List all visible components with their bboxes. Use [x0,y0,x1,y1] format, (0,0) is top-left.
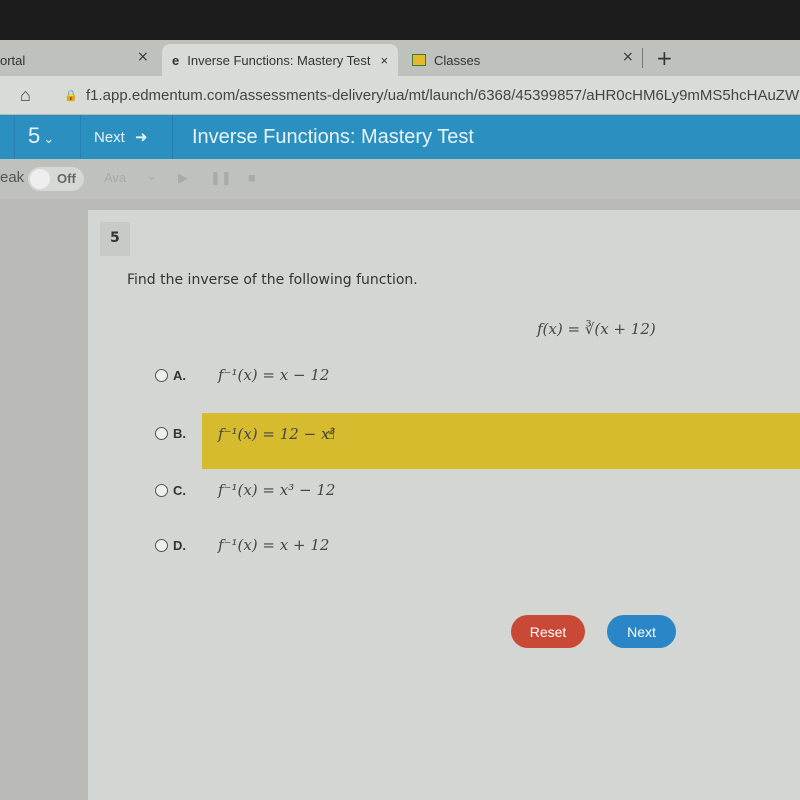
close-tab-icon[interactable]: × [137,49,149,65]
close-tab-icon[interactable]: × [381,53,389,68]
tab-label: Inverse Functions: Mastery Test [187,52,371,68]
play-icon[interactable]: ▶ [178,170,188,186]
option-d[interactable]: D. f⁻¹(x) = x + 12 [155,536,329,554]
assessment-header: 5 ⌄ Next ➜ Inverse Functions: Mastery Tes… [0,115,800,159]
toggle-knob [30,169,50,189]
reset-button[interactable]: Reset [511,615,585,648]
tab-portal[interactable]: ortal [0,44,160,76]
tab-strip: ortal × e Inverse Functions: Mastery Tes… [0,40,800,76]
chevron-down-icon: ⌄ [146,168,157,183]
speak-toggle[interactable]: Off [28,167,84,191]
chevron-down-icon: ⌄ [43,131,55,146]
lock-icon: 🔒 [64,89,78,102]
option-letter: D. [173,537,186,553]
tab-label: ortal [0,52,26,68]
radio-button[interactable] [155,368,168,382]
page-title: Inverse Functions: Mastery Test [192,126,474,148]
option-text: f⁻¹(x) = 12 − x³ [218,424,336,443]
option-letter: C. [173,482,186,498]
voice-select[interactable]: Ava [104,170,126,185]
option-text: f⁻¹(x) = x + 12 [218,536,330,554]
divider [14,115,15,159]
text-to-speech-toolbar: eak Off Ava ⌄ ▶ ❚❚ ■ [0,159,800,199]
hand-cursor-icon: ☝ [325,424,336,443]
option-b[interactable]: B. f⁻¹(x) = 12 − x³ ☝ [155,424,335,443]
radio-button[interactable] [155,538,168,552]
toggle-label: Off [57,171,76,186]
home-icon[interactable]: ⌂ [20,85,31,106]
question-prompt: Find the inverse of the following functi… [127,272,418,288]
classroom-icon [412,54,426,66]
question-selector[interactable]: 5 ⌄ [28,123,54,149]
next-header-button[interactable]: Next ➜ [94,128,148,146]
divider [172,115,173,159]
edge-browser-icon: e [172,52,180,68]
stop-icon[interactable]: ■ [248,170,256,185]
option-letter: B. [173,426,186,441]
next-button[interactable]: Next [607,615,676,648]
option-text: f⁻¹(x) = x − 12 [218,366,330,384]
option-letter: A. [173,367,186,383]
tab-divider [642,48,643,68]
question-number: 5 [100,222,130,256]
address-bar[interactable]: ⌂ 🔒 f1.app.edmentum.com/assessments-deli… [0,76,800,114]
url-text[interactable]: f1.app.edmentum.com/assessments-delivery… [86,87,800,104]
tab-classes[interactable]: Classes [412,44,612,76]
option-c[interactable]: C. f⁻¹(x) = x³ − 12 [155,481,335,499]
question-selector-value: 5 [28,123,41,148]
tab-inverse-functions[interactable]: e Inverse Functions: Mastery Test × [162,44,398,76]
tab-label: Classes [434,52,481,68]
new-tab-icon[interactable]: + [656,46,673,70]
divider [80,115,81,159]
arrow-circle-right-icon: ➜ [135,129,148,146]
function-expression: f(x) = ∛(x + 12) [537,320,656,338]
option-a[interactable]: A. f⁻¹(x) = x − 12 [155,366,329,384]
speak-label: eak [0,169,25,186]
close-tab-icon[interactable]: × [622,49,634,65]
option-text: f⁻¹(x) = x³ − 12 [218,481,336,499]
question-card [88,210,800,800]
radio-button[interactable] [155,483,168,497]
pause-icon[interactable]: ❚❚ [210,170,232,186]
next-label: Next [94,129,125,146]
screen-bezel [0,0,800,40]
radio-button[interactable] [155,427,168,440]
